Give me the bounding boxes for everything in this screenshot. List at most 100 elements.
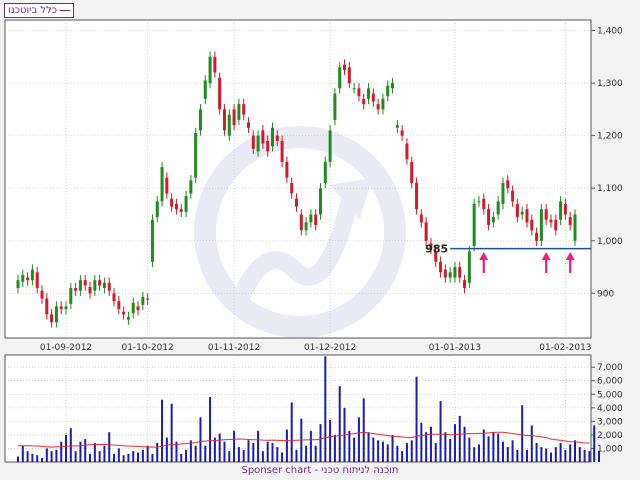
candle-body xyxy=(491,217,495,223)
volume-bar xyxy=(281,452,284,462)
volume-bar xyxy=(324,356,327,462)
candle-body xyxy=(568,217,572,225)
volume-bar xyxy=(305,445,308,462)
x-tick-label: 01-09-2012 xyxy=(40,343,92,353)
volume-bar xyxy=(285,429,288,462)
candle-body xyxy=(477,201,481,203)
price-y-tick-label: 1,200 xyxy=(597,132,623,142)
candle-body xyxy=(496,201,500,215)
volume-bar xyxy=(199,417,202,462)
volume-bar xyxy=(583,449,586,462)
candle-body xyxy=(448,272,452,278)
volume-bar xyxy=(50,451,53,462)
volume-bar xyxy=(55,449,58,462)
candle-body xyxy=(98,280,102,286)
candle-body xyxy=(506,180,510,189)
volume-bar xyxy=(545,448,548,462)
candle-body xyxy=(386,85,390,97)
volume-bar xyxy=(444,432,447,462)
candle-body xyxy=(544,209,548,220)
volume-bar xyxy=(117,448,120,462)
price-y-tick-label: 900 xyxy=(597,289,614,299)
volume-bar xyxy=(213,437,216,462)
volume-bar xyxy=(290,402,293,462)
volume-bar xyxy=(319,424,322,462)
candle-body xyxy=(424,222,428,241)
candle-body xyxy=(573,214,577,241)
volume-bar xyxy=(252,443,255,462)
volume-y-tick-label: 7,000 xyxy=(597,363,623,373)
candle-body xyxy=(554,219,558,231)
candle-body xyxy=(261,130,265,144)
candle-body xyxy=(304,222,308,231)
price-y-tick-label: 1,000 xyxy=(597,237,623,247)
volume-bar xyxy=(333,434,336,462)
candle-body xyxy=(131,302,135,314)
volume-bar xyxy=(564,449,567,462)
candle-body xyxy=(237,104,241,120)
volume-bar xyxy=(501,441,504,462)
volume-bar xyxy=(108,432,111,462)
candle-body xyxy=(227,114,231,136)
candle-body xyxy=(419,214,423,223)
candle-body xyxy=(410,161,414,183)
volume-bar xyxy=(266,441,269,462)
candle-body xyxy=(275,135,279,141)
volume-bar xyxy=(449,438,452,462)
candle-body xyxy=(16,280,20,289)
candle-body xyxy=(501,182,505,204)
candle-body xyxy=(362,98,366,105)
volume-bar xyxy=(468,437,471,462)
volume-bar xyxy=(569,444,572,462)
candle-body xyxy=(443,269,447,278)
volume-bar xyxy=(329,420,332,462)
candle-body xyxy=(112,293,116,302)
volume-bar xyxy=(396,445,399,462)
volume-bar xyxy=(209,396,212,462)
candle-body xyxy=(319,188,323,215)
candle-body xyxy=(136,306,140,311)
volume-bar xyxy=(357,417,360,462)
volume-bar xyxy=(122,455,125,462)
volume-bar xyxy=(41,457,44,462)
candle-body xyxy=(458,267,462,278)
candle-body xyxy=(515,203,519,218)
volume-bar xyxy=(103,445,106,462)
candle-body xyxy=(45,298,49,315)
volume-bar xyxy=(559,443,562,462)
volume-bar xyxy=(165,437,168,462)
legend: כלל ביוטכנו xyxy=(4,3,74,18)
volume-y-tick-label: 1,000 xyxy=(597,444,623,454)
volume-bar xyxy=(228,451,231,462)
volume-bar xyxy=(348,430,351,462)
candle-body xyxy=(395,125,399,128)
candle-body xyxy=(54,306,58,323)
candle-body xyxy=(482,198,486,210)
candle-body xyxy=(83,280,87,286)
volume-bar xyxy=(141,449,144,462)
volume-bar xyxy=(233,430,236,462)
candle-body xyxy=(256,135,260,152)
candle-body xyxy=(165,177,169,194)
candle-body xyxy=(208,56,212,84)
candle-body xyxy=(69,288,73,304)
volume-bar xyxy=(36,455,39,462)
volume-y-tick-label: 5,000 xyxy=(597,390,623,400)
support-line-label: 985 xyxy=(425,243,448,256)
volume-bar xyxy=(93,443,96,462)
volume-bar xyxy=(26,451,29,462)
candle-body xyxy=(453,267,457,278)
volume-bar xyxy=(146,445,149,462)
candle-body xyxy=(189,180,193,194)
volume-bar xyxy=(69,428,72,462)
volume-bar xyxy=(314,445,317,462)
volume-bar xyxy=(180,453,183,462)
candle-body xyxy=(184,196,188,212)
candle-body xyxy=(122,311,126,315)
candle-body xyxy=(295,198,298,207)
candle-body xyxy=(74,288,78,291)
candle-body xyxy=(246,122,250,128)
volume-bar xyxy=(391,434,394,462)
candle-body xyxy=(218,77,222,110)
volume-bar xyxy=(170,403,173,462)
